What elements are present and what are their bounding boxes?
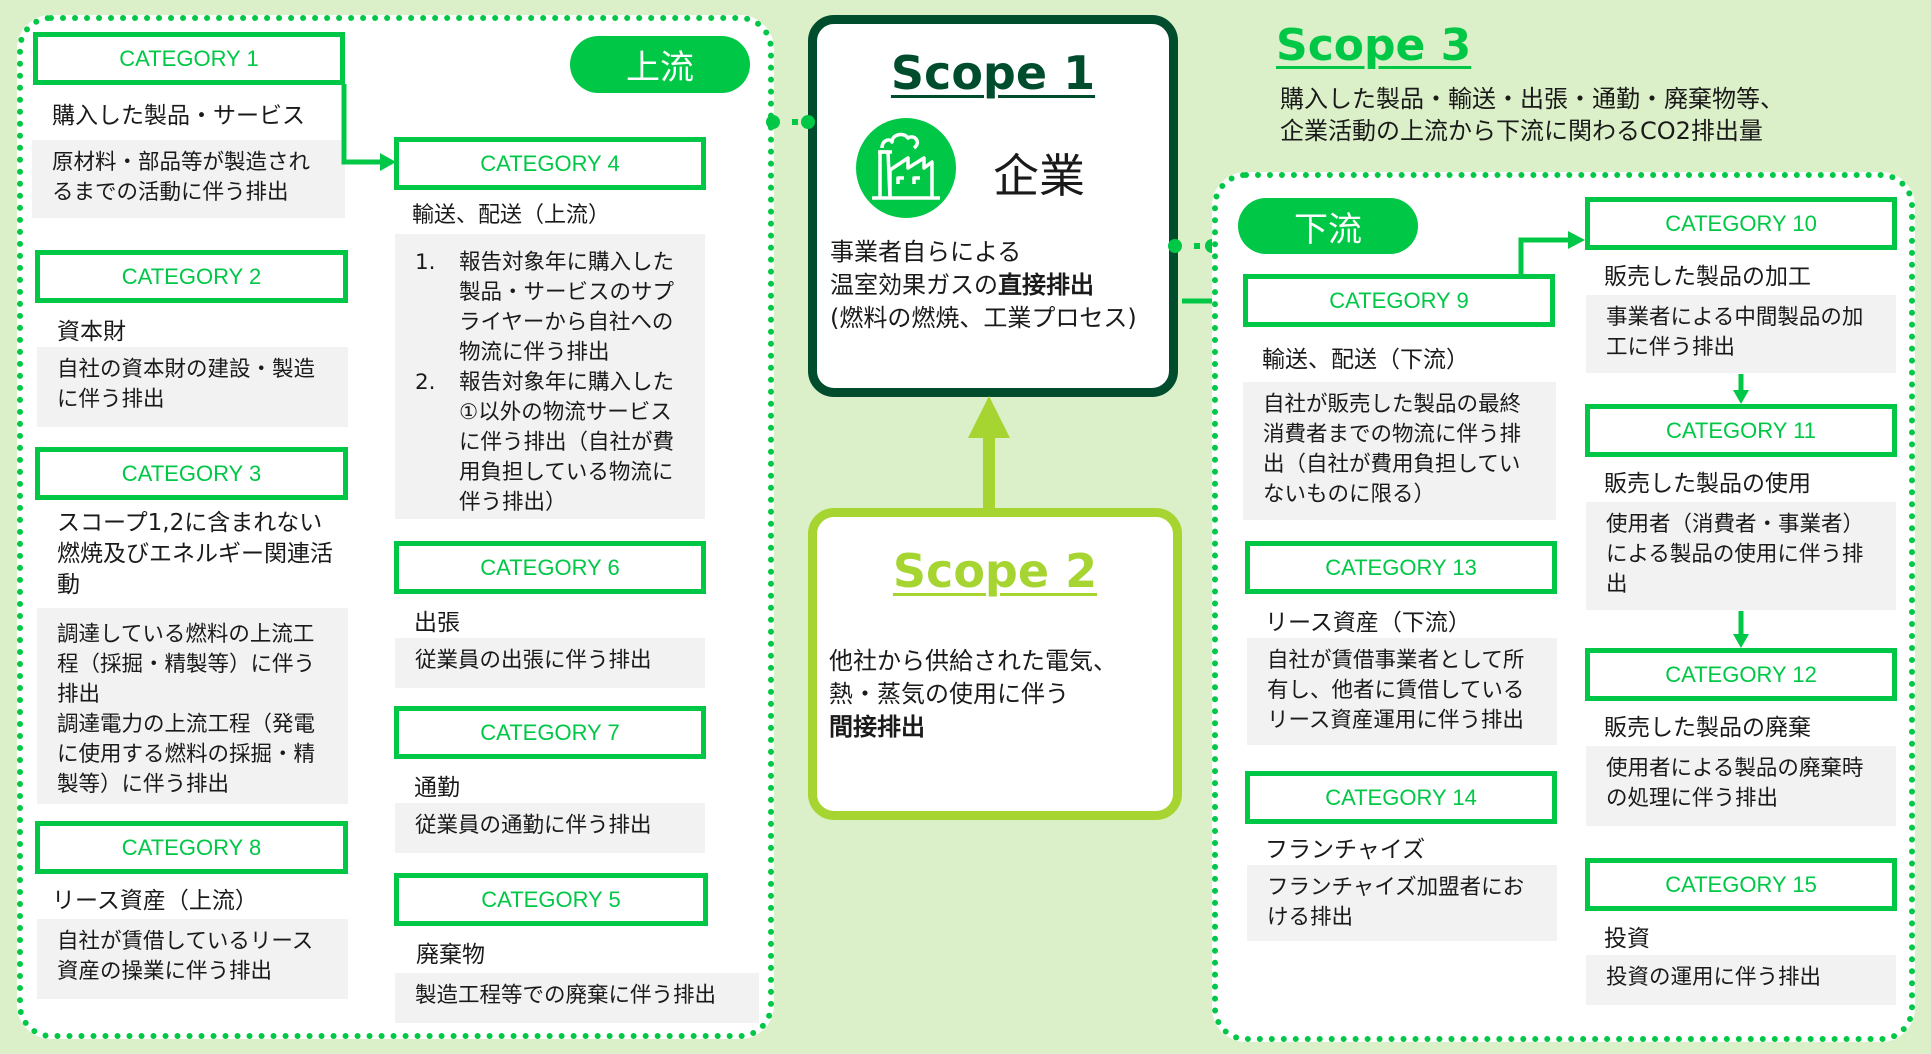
downstream-connectors [1518,231,1749,648]
arrowhead-down-icon [1733,634,1749,648]
arrowhead-icon [1568,231,1585,249]
connector-cat9-to-cat10 [1518,237,1570,274]
arrowhead-down-icon [1733,390,1749,404]
